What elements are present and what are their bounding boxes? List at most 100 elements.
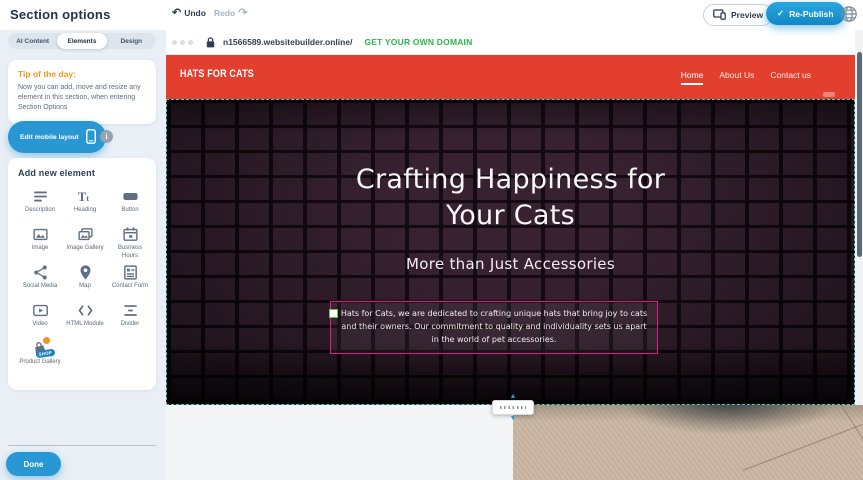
element-label: Map [79,283,91,291]
language-globe-button[interactable] [840,5,858,23]
tip-body: Now you can add, move and resize any ele… [18,83,146,113]
get-domain-link[interactable]: GET YOUR OWN DOMAIN [364,37,472,47]
next-section-image [513,405,863,480]
lock-icon [206,37,215,48]
selection-drag-handle[interactable] [329,309,338,318]
image-icon [32,225,49,243]
video-icon [32,301,49,319]
edit-mobile-layout-button[interactable]: Edit mobile layout [8,121,106,153]
add-element-item-business-hours[interactable]: Business Hours [108,225,152,263]
svg-text:T: T [77,189,86,203]
add-element-item-heading[interactable]: Tt Heading [63,187,107,225]
app-window: Section options ↶ Undo Redo ↷ Preview ✓ … [0,0,863,480]
description-icon [32,187,49,205]
panel-divider [8,445,156,446]
new-badge-icon [42,336,51,345]
grip-dots-icon [500,406,526,409]
add-element-item-image[interactable]: Image [18,225,62,263]
hero-heading[interactable]: Crafting Happiness for Your Cats [341,162,681,234]
add-element-item-social-media[interactable]: Social Media [18,263,62,301]
add-element-item-product-gallery[interactable]: SHOPProduct Gallery [18,339,62,377]
divider-icon [122,301,139,319]
redo-button[interactable]: Redo ↷ [214,8,247,18]
tab-design[interactable]: Design [107,33,156,49]
site-preview: n1566589.websitebuilder.online/ GET YOUR… [166,30,863,480]
tab-ai-content[interactable]: AI Content [8,33,57,49]
svg-text:t: t [86,192,89,202]
element-label: Image Gallery [66,245,103,253]
hero-paragraph: Hats for Cats, we are dedicated to craft… [337,308,651,346]
nav-more-menu[interactable] [823,92,835,97]
add-element-item-html-module[interactable]: HTML Module [63,301,107,339]
business-hours-icon [122,225,139,243]
add-element-item-description[interactable]: Description [18,187,62,225]
section-resize-handle[interactable]: ▲ ▼ [492,400,534,415]
element-label: Divider [121,321,140,329]
element-label: Contact Form [112,283,148,291]
redo-icon: ↷ [238,8,247,18]
scrollbar-thumb[interactable] [857,52,862,257]
hero-text-selection-box[interactable]: Hats for Cats, we are dedicated to craft… [330,301,658,354]
preview-button[interactable]: Preview [703,4,773,26]
add-element-item-contact-form[interactable]: Contact Form [108,263,152,301]
add-element-title: Add new element [18,168,152,178]
republish-label: Re-Publish [789,9,833,19]
element-label: Image [32,245,49,253]
undo-icon: ↶ [172,8,181,18]
tip-title: Tip of the day: [18,69,146,79]
site-nav: Home About Us Contact us [681,55,811,99]
shop-badge: SHOP [36,349,55,359]
nav-item-home[interactable]: Home [681,70,704,85]
site-header: HATS FOR CATS Home About Us Contact us [166,55,855,99]
hero-subheading[interactable]: More than Just Accessories [167,255,854,273]
top-toolbar: Section options ↶ Undo Redo ↷ Preview ✓ … [0,0,863,30]
arrow-up-icon: ▲ [510,393,517,400]
element-label: Heading [74,207,96,215]
preview-label: Preview [731,10,763,20]
element-label: Product Gallery [19,359,60,367]
floor-seam-line [743,416,863,471]
globe-icon [840,5,858,23]
next-section-background [166,405,513,480]
window-dots-icon [172,40,193,45]
add-element-item-map[interactable]: Map [63,263,107,301]
browser-address-bar: n1566589.websitebuilder.online/ GET YOUR… [166,30,863,55]
site-logo: HATS FOR CATS [180,68,254,80]
undo-label: Undo [184,8,206,18]
page-title: Section options [10,7,111,22]
nav-item-contact-us[interactable]: Contact us [770,70,811,85]
arrow-down-icon: ▼ [510,415,517,422]
element-label: HTML Module [66,321,103,329]
panel-tabs: AI ContentElementsDesign [8,33,156,49]
tab-elements[interactable]: Elements [57,33,106,49]
product-gallery-icon: SHOP [31,339,49,357]
element-label: Button [121,207,138,215]
section-options-panel: AI ContentElementsDesign Tip of the day:… [0,30,166,480]
map-icon [77,263,94,281]
add-element-item-image-gallery[interactable]: Image Gallery [63,225,107,263]
devices-icon [713,9,726,22]
nav-item-about-us[interactable]: About Us [719,70,754,85]
hero-section-selected[interactable]: Crafting Happiness for Your Cats More th… [166,99,855,405]
edit-mobile-label: Edit mobile layout [20,134,79,141]
element-label: Description [25,207,55,215]
contact-form-icon [122,263,139,281]
button-icon [122,187,139,205]
add-new-element-card: Add new element Description Tt Heading Butt… [8,158,156,390]
add-element-item-divider[interactable]: Divider [108,301,152,339]
info-icon[interactable]: i [100,130,113,143]
element-grid: Description Tt Heading Button Image Image Gal… [18,187,152,377]
add-element-item-button[interactable]: Button [108,187,152,225]
social-media-icon [32,263,49,281]
element-label: Video [32,321,47,329]
heading-icon: Tt [77,187,94,205]
redo-label: Redo [214,8,235,18]
image-gallery-icon [77,225,94,243]
republish-button[interactable]: ✓ Re-Publish [766,2,845,25]
done-button[interactable]: Done [6,452,61,476]
tip-of-the-day-card: Tip of the day: Now you can add, move an… [8,60,156,124]
element-label: Social Media [23,283,57,291]
undo-button[interactable]: ↶ Undo [172,8,206,18]
add-element-item-video[interactable]: Video [18,301,62,339]
element-label: Business Hours [109,245,151,260]
